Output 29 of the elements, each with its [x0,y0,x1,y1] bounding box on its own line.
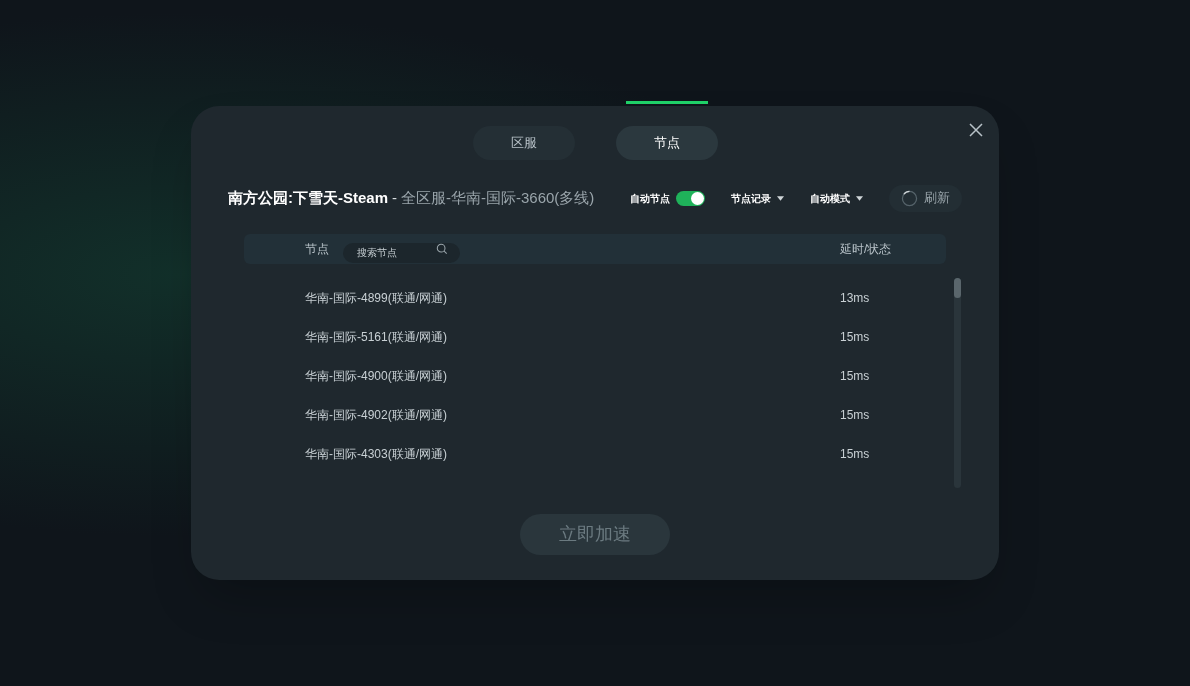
separator: - [392,187,397,208]
dropdown[interactable]: 节点记录 [731,190,784,206]
node-name: 华南-国际-4902(联通/网通) [305,406,447,424]
tab[interactable]: 节点 [615,126,718,160]
column-header: 节点 [305,241,329,258]
dropdown[interactable]: 自动模式 [810,190,863,206]
auto-node-toggle[interactable] [676,190,705,206]
column-header: 延时/状态 [840,241,893,258]
latency: 15ms [840,445,871,463]
route-name: 全区服-华南-国际-3660(多线) [401,187,595,208]
node-name: 华南-国际-4303(联通/网通) [305,445,447,463]
latency: 15ms [840,367,871,385]
scrollbar[interactable] [954,278,961,488]
search-field[interactable]: 搜索节点 [343,242,460,263]
node-name: 华南-国际-4900(联通/网通) [305,367,447,385]
node-name: 华南-国际-4899(联通/网通) [305,289,447,307]
close-icon[interactable] [968,122,984,138]
caret-icon [856,195,863,201]
tab[interactable]: 区服 [472,126,575,160]
game-title: 南方公园:下雪天-Steam [228,187,388,208]
latency: 15ms [840,406,871,424]
auto-node-label: 自动节点 [630,191,670,206]
refresh-button[interactable]: 刷新 [889,184,962,212]
spinner-icon [901,189,918,207]
latency: 15ms [840,328,871,346]
caret-icon [777,195,784,201]
node-name: 华南-国际-5161(联通/网通) [305,328,447,346]
search-icon [436,243,448,255]
latency: 13ms [840,289,871,307]
